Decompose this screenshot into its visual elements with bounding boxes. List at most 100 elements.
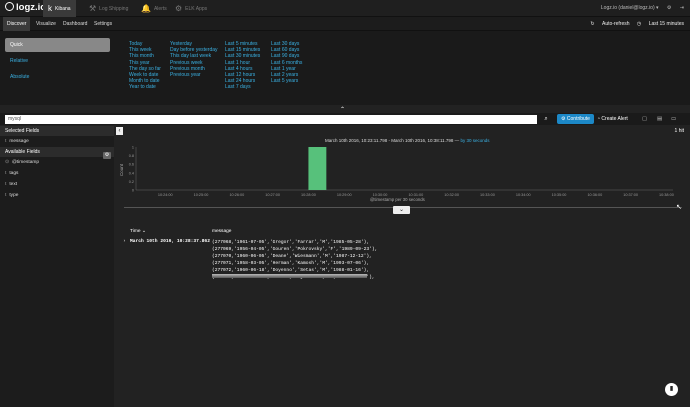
user-menu[interactable]: Logz.io (daniel@logz.io) ▾ <box>601 5 659 11</box>
nav-settings[interactable]: Settings <box>90 17 116 31</box>
quick-option[interactable]: Previous year <box>170 72 218 78</box>
tab-alerts[interactable]: 🔔 Alerts <box>136 0 172 17</box>
field-sidebar: Selected Fields t message Available Field… <box>0 126 114 407</box>
query-bar: ⌕ ⚙ Contribute ◔ Create Alert ▢ ▤ ▭ <box>0 113 690 125</box>
field-timestamp[interactable]: ⊙ @timestamp <box>0 157 114 168</box>
logo-icon <box>5 2 14 11</box>
expand-row-icon[interactable]: › <box>123 239 126 244</box>
quick-option[interactable]: Last 30 minutes <box>225 53 260 59</box>
bell-icon: 🔔 <box>141 4 151 13</box>
time-picker: Quick Relative Absolute Today This week … <box>0 31 690 105</box>
x-tick-label: 10:29:00 <box>337 193 352 197</box>
x-tick-label: 10:28:00 <box>301 193 316 197</box>
x-tick-label: 10:26:00 <box>229 193 244 197</box>
x-tick-label: 10:34:00 <box>516 193 531 197</box>
selected-fields-heading: Selected Fields <box>0 126 114 136</box>
hit-count: 1 hit <box>674 128 684 134</box>
message-line: (277068,'1961-07-05','Gregor','Farrar','… <box>212 240 370 245</box>
message-line: (277070,'1960-06-05','Deane','Wiesmann',… <box>212 254 372 259</box>
quick-option[interactable]: Last 6 months <box>271 60 302 66</box>
quick-column-3: Last 5 minutes Last 15 minutes Last 30 m… <box>225 41 260 91</box>
logo[interactable]: logz.io <box>5 2 46 13</box>
nav-dashboard[interactable]: Dashboard <box>59 17 91 31</box>
chevron-up-icon[interactable]: ⌃ <box>340 106 345 113</box>
time-range-button[interactable]: ◷ Last 15 minutes <box>637 21 684 27</box>
settings-icon[interactable]: ⚙ <box>667 5 671 11</box>
auto-refresh-button[interactable]: ↻ Auto-refresh <box>590 21 629 27</box>
field-text[interactable]: t text <box>0 179 114 190</box>
available-fields-heading: Available Fields <box>0 147 114 157</box>
y-tick-label: 0.4 <box>129 171 134 175</box>
chevron-down-icon[interactable]: ⌄ <box>393 206 410 214</box>
kibana-nav: Discover Visualize Dashboard Settings ↻ … <box>0 17 690 31</box>
clock-type-icon: ⊙ <box>5 160 10 165</box>
string-type-icon: t <box>5 182 7 187</box>
string-type-icon: t <box>5 171 7 176</box>
time-picker-modes: Quick Relative Absolute <box>5 38 110 86</box>
x-tick-label: 10:36:00 <box>587 193 602 197</box>
collapse-sidebar-button[interactable]: ‹ <box>116 127 123 135</box>
x-axis-label: @timestamp per 30 seconds <box>370 197 425 202</box>
x-tick-label: 10:37:00 <box>623 193 638 197</box>
string-type-icon: t <box>5 193 7 198</box>
top-right: Logz.io (daniel@logz.io) ▾ ⚙ ⇥ <box>594 0 684 17</box>
new-search-icon[interactable]: ▢ <box>642 114 647 124</box>
x-tick-label: 10:27:00 <box>265 193 280 197</box>
x-tick-label: 10:35:00 <box>552 193 567 197</box>
tab-elk-apps[interactable]: ⚙ ELK Apps <box>170 0 212 17</box>
contribute-button[interactable]: ⚙ Contribute <box>557 114 594 124</box>
message-line: (277069,'1956-04-05','Gouren','Pokrovsky… <box>212 247 378 252</box>
top-bar: logz.io k Kibana ⚒ Log Shipping 🔔 Alerts ⚙ E… <box>0 0 690 17</box>
x-tick-label: 10:38:00 <box>659 193 674 197</box>
folder-icon[interactable]: ▭ <box>671 114 676 124</box>
kibana-icon: k <box>48 4 52 13</box>
histogram-bar[interactable] <box>308 147 327 190</box>
quick-option[interactable]: Last 7 days <box>225 84 260 90</box>
field-message[interactable]: t message <box>0 136 114 147</box>
y-tick-label: 0.6 <box>129 163 134 167</box>
quick-option[interactable]: This day last week <box>170 53 218 59</box>
apps-icon: ⚙ <box>175 4 183 13</box>
tools-icon: ⚒ <box>89 4 97 13</box>
y-tick-label: 0.2 <box>129 180 134 184</box>
quick-option[interactable]: Last 90 days <box>271 53 302 59</box>
y-tick-label: 1 <box>132 146 134 150</box>
doc-timestamp: March 10th 2016, 10:28:37.862 <box>130 239 210 244</box>
cursor-icon: ↖ <box>676 204 682 211</box>
gear-icon[interactable]: ⚙ <box>103 152 111 159</box>
truncation-fade <box>212 274 367 278</box>
quick-column-1: Today This week This month This year The… <box>129 41 161 91</box>
column-header-time[interactable]: Time ⌄ <box>130 229 146 234</box>
logout-icon[interactable]: ⇥ <box>680 5 684 11</box>
create-alert-button[interactable]: ◔ Create Alert <box>597 114 628 124</box>
x-tick-label: 10:32:00 <box>444 193 459 197</box>
x-tick-label: 10:24:00 <box>158 193 173 197</box>
bell-icon: ◔ <box>597 116 601 122</box>
y-tick-label: 0 <box>132 189 134 193</box>
chat-icon[interactable]: ▮ <box>665 383 678 396</box>
nav-discover[interactable]: Discover <box>3 17 31 31</box>
y-axis-label: Count <box>119 163 124 176</box>
quick-option[interactable]: Year to date <box>129 84 161 90</box>
mode-absolute[interactable]: Absolute <box>5 70 110 84</box>
mode-relative[interactable]: Relative <box>5 54 110 68</box>
tab-log-shipping[interactable]: ⚒ Log Shipping <box>84 0 133 17</box>
nav-visualize[interactable]: Visualize <box>32 17 60 31</box>
tab-kibana[interactable]: k Kibana <box>43 0 76 17</box>
quick-column-4: Last 30 days Last 60 days Last 90 days L… <box>271 41 302 84</box>
quick-column-2: Yesterday Day before yesterday This day … <box>170 41 218 78</box>
string-type-icon: t <box>5 139 7 144</box>
quick-option[interactable]: Last 5 years <box>271 78 302 84</box>
y-tick-label: 0.8 <box>129 154 134 158</box>
field-type[interactable]: t type <box>0 190 114 201</box>
save-icon[interactable]: ▤ <box>657 114 662 124</box>
message-line: (277072,'1960-06-18','Doyenno','Setas','… <box>212 268 370 273</box>
time-controls: ↻ Auto-refresh ◷ Last 15 minutes <box>584 17 684 31</box>
column-header-message[interactable]: message <box>212 229 231 234</box>
field-tags[interactable]: t tags <box>0 168 114 179</box>
search-input[interactable] <box>5 114 537 124</box>
x-tick-label: 10:25:00 <box>194 193 209 197</box>
message-line: (277071,'1958-03-05','Herman','Kamosh','… <box>212 261 370 266</box>
search-icon[interactable]: ⌕ <box>540 114 552 124</box>
mode-quick[interactable]: Quick <box>5 38 110 52</box>
